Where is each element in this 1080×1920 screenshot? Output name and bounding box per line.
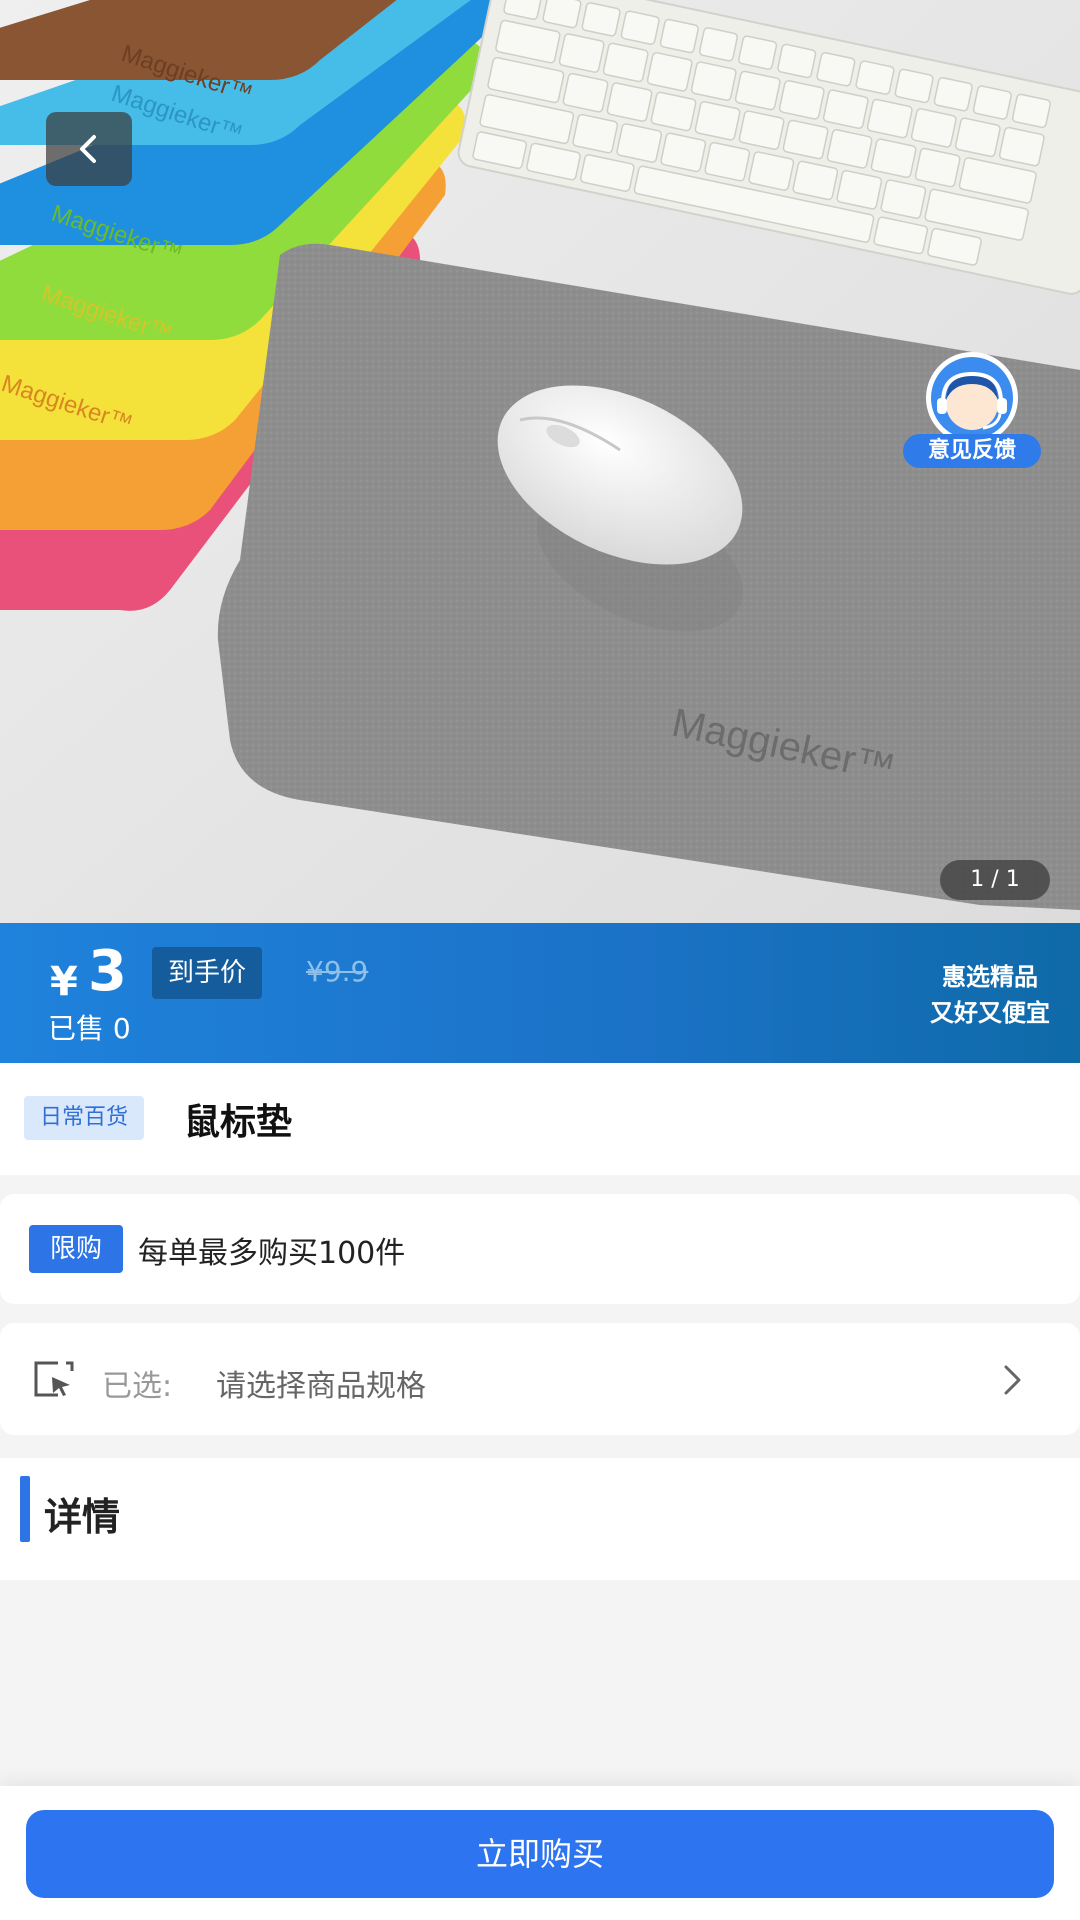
category-badge: 日常百货	[24, 1096, 145, 1140]
current-price: 3	[88, 939, 127, 1004]
select-cursor-icon	[34, 1361, 74, 1397]
limit-text: 每单最多购买100件	[138, 1236, 406, 1271]
slogan-line-1: 惠选精品	[942, 963, 1038, 991]
bottom-action-bar: 立即购买	[0, 1786, 1080, 1920]
chevron-right-icon	[1004, 1365, 1021, 1395]
spec-label: 已选:	[102, 1369, 173, 1404]
spec-selector[interactable]: 已选: 请选择商品规格	[0, 1323, 1080, 1435]
section-accent-bar	[20, 1476, 30, 1542]
price-bar: ¥ 3 到手价 ¥9.9 已售 0 惠选精品 又好又便宜	[0, 923, 1080, 1063]
image-counter: 1 / 1	[940, 860, 1050, 900]
price-tag: 到手价	[152, 947, 263, 999]
details-section: 详情	[0, 1458, 1080, 1580]
sold-count: 已售 0	[48, 1012, 131, 1045]
product-image[interactable]: Maggieker™ Maggieker™ Maggieker™ Maggiek…	[0, 0, 1080, 923]
buy-now-button[interactable]: 立即购买	[26, 1810, 1054, 1898]
limit-badge: 限购	[29, 1225, 123, 1273]
product-name: 鼠标垫	[184, 1102, 293, 1143]
currency-symbol: ¥	[50, 959, 78, 1005]
original-price: ¥9.9	[306, 955, 369, 988]
spec-value: 请选择商品规格	[216, 1369, 426, 1404]
chevron-left-icon	[80, 135, 96, 163]
feedback-label: 意见反馈	[903, 434, 1041, 468]
product-title-row: 日常百货 鼠标垫	[0, 1063, 1080, 1175]
purchase-limit-card: 限购 每单最多购买100件	[0, 1194, 1080, 1304]
feedback-button[interactable]: 意见反馈	[903, 352, 1041, 470]
details-heading: 详情	[44, 1495, 121, 1539]
back-button[interactable]	[46, 112, 132, 186]
slogan-line-2: 又好又便宜	[930, 999, 1050, 1027]
slogan: 惠选精品 又好又便宜	[930, 959, 1050, 1031]
